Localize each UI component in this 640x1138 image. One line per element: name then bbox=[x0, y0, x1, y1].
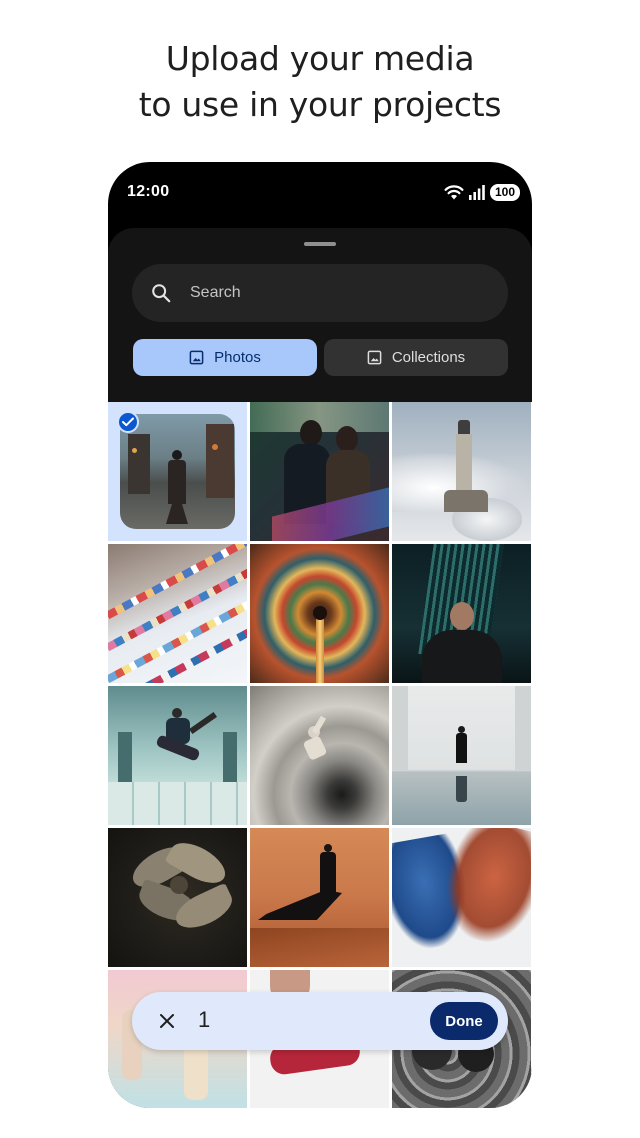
photo-tile[interactable] bbox=[250, 828, 389, 967]
photo-tile[interactable] bbox=[392, 828, 531, 967]
selected-count: 1 bbox=[198, 1007, 211, 1032]
photo-thumbnail bbox=[120, 414, 235, 529]
photo-tile[interactable] bbox=[392, 686, 531, 825]
photo-thumbnail bbox=[108, 686, 247, 825]
selection-action-bar: 1 Done bbox=[132, 992, 508, 1050]
photo-tile[interactable] bbox=[250, 544, 389, 683]
photo-thumbnail bbox=[250, 828, 389, 967]
photo-thumbnail bbox=[250, 686, 389, 825]
search-bar[interactable] bbox=[132, 264, 508, 322]
wifi-icon bbox=[444, 185, 464, 200]
photo-tile[interactable] bbox=[392, 544, 531, 683]
headline: Upload your media to use in your project… bbox=[0, 36, 640, 128]
photo-tile[interactable] bbox=[250, 402, 389, 541]
photo-thumbnail bbox=[392, 686, 531, 825]
status-bar: 12:00 100 bbox=[108, 162, 532, 224]
photo-tile[interactable] bbox=[108, 544, 247, 683]
photo-tile[interactable] bbox=[392, 402, 531, 541]
photo-thumbnail bbox=[392, 402, 531, 541]
photo-thumbnail bbox=[250, 544, 389, 683]
photo-thumbnail bbox=[392, 544, 531, 683]
status-time: 12:00 bbox=[127, 183, 170, 200]
headline-line-2: to use in your projects bbox=[138, 85, 502, 124]
headline-line-1: Upload your media bbox=[165, 39, 475, 78]
tab-collections-label: Collections bbox=[391, 349, 466, 366]
drag-handle[interactable] bbox=[304, 242, 336, 246]
photo-thumbnail bbox=[392, 828, 531, 967]
close-icon bbox=[160, 1014, 174, 1028]
done-button[interactable]: Done bbox=[430, 1002, 498, 1040]
status-icons: 100 bbox=[444, 182, 520, 202]
photo-thumbnail bbox=[108, 544, 247, 683]
signal-icon bbox=[469, 184, 485, 200]
tab-photos-label: Photos bbox=[214, 349, 261, 366]
image-icon bbox=[367, 350, 382, 365]
search-input[interactable] bbox=[188, 283, 472, 303]
close-selection-button[interactable] bbox=[156, 1010, 178, 1032]
photo-tile[interactable] bbox=[108, 402, 247, 541]
image-icon bbox=[189, 350, 204, 365]
tab-photos[interactable]: Photos bbox=[133, 339, 317, 376]
search-icon bbox=[152, 284, 171, 303]
photo-thumbnail bbox=[250, 402, 389, 541]
photo-thumbnail bbox=[108, 828, 247, 967]
phone-frame: 12:00 100 Search Photos Collections bbox=[108, 162, 532, 1108]
photo-tile[interactable] bbox=[108, 828, 247, 967]
battery-icon: 100 bbox=[490, 183, 520, 201]
selected-check-icon bbox=[117, 411, 139, 433]
photo-tile[interactable] bbox=[108, 686, 247, 825]
photo-tile[interactable] bbox=[250, 686, 389, 825]
tab-collections[interactable]: Collections bbox=[324, 339, 508, 376]
